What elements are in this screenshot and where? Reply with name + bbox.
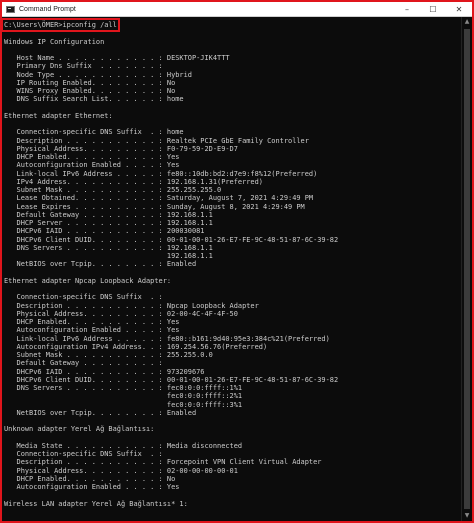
console-line: Default Gateway . . . . . . . . . : bbox=[4, 359, 163, 368]
console-line: DNS Suffix Search List. . . . . . : home bbox=[4, 95, 184, 104]
console-line: DHCPv6 IAID . . . . . . . . . . . : 9732… bbox=[4, 367, 205, 376]
console-line: DHCP Enabled. . . . . . . . . . . : No bbox=[4, 474, 176, 483]
cmd-icon bbox=[6, 5, 15, 13]
console-line: NetBIOS over Tcpip. . . . . . . . : Enab… bbox=[4, 408, 197, 417]
console-line: Autoconfiguration IPv4 Address. . : 169.… bbox=[4, 342, 268, 351]
console-line: fec0:0:0:ffff::2%1 bbox=[4, 392, 243, 401]
console-line: Ethernet adapter Ethernet: bbox=[4, 111, 113, 120]
console-line: Link-local IPv6 Address . . . . . : fe80… bbox=[4, 169, 318, 178]
console-line: DHCPv6 IAID . . . . . . . . . . . : 2000… bbox=[4, 227, 205, 236]
console-lines: Windows IP Configuration Host Name . . .… bbox=[4, 29, 464, 508]
console-output[interactable]: C:\Users\ÖMER>ipconfig /all Windows IP C… bbox=[2, 17, 464, 521]
console-line: Connection-specific DNS Suffix . : bbox=[4, 293, 163, 302]
console-line: Physical Address. . . . . . . . . : F0-7… bbox=[4, 144, 238, 153]
title-bar[interactable]: Command Prompt – ☐ ✕ bbox=[2, 2, 472, 17]
console-line: Node Type . . . . . . . . . . . . : Hybr… bbox=[4, 70, 192, 79]
console-line: NetBIOS over Tcpip. . . . . . . . : Enab… bbox=[4, 260, 197, 269]
console-line: Link-local IPv6 Address . . . . . : fe80… bbox=[4, 334, 330, 343]
console-line: Connection-specific DNS Suffix . : bbox=[4, 450, 163, 458]
console-line: 192.168.1.1 bbox=[4, 252, 213, 260]
console-line: Wireless LAN adapter Yerel Ağ Bağlantısı… bbox=[4, 499, 188, 508]
console-line: Unknown adapter Yerel Ağ Bağlantısı: bbox=[4, 425, 155, 434]
console-line: Ethernet adapter Npcap Loopback Adapter: bbox=[4, 276, 172, 285]
console-line: Lease Expires . . . . . . . . . . : Sund… bbox=[4, 202, 305, 211]
console-line: Autoconfiguration Enabled . . . . : Yes bbox=[4, 161, 180, 170]
console-line: Subnet Mask . . . . . . . . . . . : 255.… bbox=[4, 186, 222, 194]
console-line: Connection-specific DNS Suffix . : home bbox=[4, 128, 184, 137]
console-line: DHCPv6 Client DUID. . . . . . . . : 00-0… bbox=[4, 235, 339, 244]
console-line: Physical Address. . . . . . . . . : 02-0… bbox=[4, 309, 238, 318]
console-line: Description . . . . . . . . . . . : Forc… bbox=[4, 458, 322, 467]
vertical-scrollbar[interactable]: ▲ ▼ bbox=[461, 17, 472, 521]
console-line: WINS Proxy Enabled. . . . . . . . : No bbox=[4, 87, 176, 95]
console-line: DNS Servers . . . . . . . . . . . : 192.… bbox=[4, 243, 213, 252]
console-line: DHCP Enabled. . . . . . . . . . . : Yes bbox=[4, 318, 180, 326]
scroll-up-arrow-icon[interactable]: ▲ bbox=[462, 17, 472, 27]
scroll-down-arrow-icon[interactable]: ▼ bbox=[462, 511, 472, 521]
screenshot-frame: Command Prompt – ☐ ✕ C:\Users\ÖMER>ipcon… bbox=[0, 0, 474, 523]
console-line: Physical Address. . . . . . . . . : 02-0… bbox=[4, 466, 238, 475]
console-line: fec0:0:0:ffff::3%1 bbox=[4, 400, 243, 409]
maximize-button[interactable]: ☐ bbox=[420, 2, 446, 16]
command-line-row: C:\Users\ÖMER>ipconfig /all bbox=[2, 17, 464, 33]
console-line: Description . . . . . . . . . . . : Real… bbox=[4, 136, 309, 145]
console-line: Default Gateway . . . . . . . . . : 192.… bbox=[4, 210, 213, 219]
console-line: Description . . . . . . . . . . . : Npca… bbox=[4, 301, 259, 310]
console-line: DHCPv6 Client DUID. . . . . . . . : 00-0… bbox=[4, 375, 339, 384]
console-line: IP Routing Enabled. . . . . . . . : No bbox=[4, 78, 176, 87]
console-line: Windows IP Configuration bbox=[4, 37, 105, 46]
console-line: DHCP Server . . . . . . . . . . . : 192.… bbox=[4, 219, 213, 227]
console-line: Primary Dns Suffix . . . . . . . : bbox=[4, 62, 163, 71]
console-line: Lease Obtained. . . . . . . . . . : Satu… bbox=[4, 194, 314, 203]
command-line: C:\Users\ÖMER>ipconfig /all bbox=[2, 17, 120, 33]
scroll-thumb[interactable] bbox=[464, 29, 470, 509]
console-line: Host Name . . . . . . . . . . . . : DESK… bbox=[4, 54, 230, 62]
console-line: Media State . . . . . . . . . . . : Medi… bbox=[4, 441, 243, 450]
minimize-button[interactable]: – bbox=[394, 2, 420, 16]
close-button[interactable]: ✕ bbox=[446, 2, 472, 16]
console-line: Subnet Mask . . . . . . . . . . . : 255.… bbox=[4, 351, 213, 359]
console-line: DHCP Enabled. . . . . . . . . . . : Yes bbox=[4, 153, 180, 161]
window-title: Command Prompt bbox=[19, 5, 76, 13]
console-line: DNS Servers . . . . . . . . . . . : fec0… bbox=[4, 384, 243, 392]
console-line: IPv4 Address. . . . . . . . . . . : 192.… bbox=[4, 177, 263, 186]
console-line: Autoconfiguration Enabled . . . . : Yes bbox=[4, 326, 180, 335]
console-line: Autoconfiguration Enabled . . . . : Yes bbox=[4, 483, 180, 491]
